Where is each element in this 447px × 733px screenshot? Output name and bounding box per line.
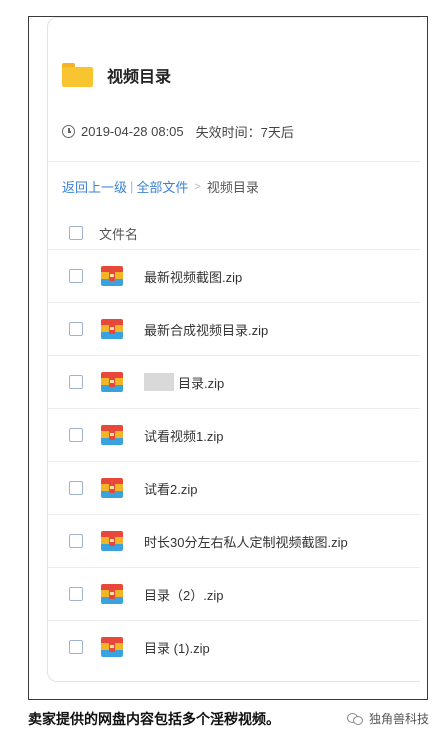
file-checkbox[interactable] bbox=[69, 534, 83, 548]
file-row[interactable]: 最新视频截图.zip bbox=[48, 249, 420, 302]
zip-file-icon bbox=[101, 531, 123, 551]
file-name[interactable]: 目录（2）.zip bbox=[144, 585, 223, 604]
file-checkbox[interactable] bbox=[69, 481, 83, 495]
divider bbox=[48, 161, 420, 162]
file-checkbox[interactable] bbox=[69, 322, 83, 336]
file-checkbox[interactable] bbox=[69, 269, 83, 283]
file-checkbox[interactable] bbox=[69, 640, 83, 654]
watermark: 独角兽科技 bbox=[346, 710, 429, 727]
image-caption: 卖家提供的网盘内容包括多个淫秽视频。 bbox=[28, 711, 280, 727]
expiry-text: 失效时间：7天后 bbox=[195, 125, 294, 140]
file-name[interactable]: 最新视频截图.zip bbox=[144, 267, 242, 286]
file-list-header: 文件名 bbox=[48, 217, 420, 249]
chevron-right-icon: > bbox=[194, 180, 201, 193]
file-name[interactable]: 试看视频1.zip bbox=[144, 426, 223, 445]
file-row[interactable]: 目录 (1).zip bbox=[48, 620, 420, 673]
folder-header: 视频目录 bbox=[62, 60, 171, 90]
column-header-name[interactable]: 文件名 bbox=[99, 224, 138, 243]
zip-file-icon bbox=[101, 372, 123, 392]
file-name[interactable]: 试看2.zip bbox=[144, 479, 197, 498]
zip-file-icon bbox=[101, 319, 123, 339]
wechat-icon bbox=[346, 712, 363, 725]
file-row[interactable]: 时长30分左右私人定制视频截图.zip bbox=[48, 514, 420, 567]
zip-file-icon bbox=[101, 266, 123, 286]
folder-title: 视频目录 bbox=[107, 69, 172, 86]
share-date: 2019-04-28 08:05 bbox=[81, 124, 184, 139]
watermark-text: 独角兽科技 bbox=[368, 712, 429, 726]
folder-icon bbox=[62, 63, 93, 87]
share-meta: 2019-04-28 08:05 失效时间：7天后 bbox=[62, 122, 294, 141]
file-row[interactable]: 目录.zip bbox=[48, 355, 420, 408]
file-name[interactable]: 目录 (1).zip bbox=[144, 638, 210, 657]
file-checkbox[interactable] bbox=[69, 587, 83, 601]
redacted-text-block bbox=[144, 373, 174, 391]
file-row[interactable]: 目录（2）.zip bbox=[48, 567, 420, 620]
file-name[interactable]: 最新合成视频目录.zip bbox=[144, 320, 268, 339]
file-checkbox[interactable] bbox=[69, 428, 83, 442]
zip-file-icon bbox=[101, 637, 123, 657]
select-all-checkbox[interactable] bbox=[69, 226, 83, 240]
file-row[interactable]: 试看2.zip bbox=[48, 461, 420, 514]
all-files-link[interactable]: 全部文件 bbox=[136, 177, 188, 196]
zip-file-icon bbox=[101, 478, 123, 498]
zip-file-icon bbox=[101, 584, 123, 604]
breadcrumb-current: 视频目录 bbox=[206, 180, 259, 195]
file-checkbox[interactable] bbox=[69, 375, 83, 389]
file-name[interactable]: 目录.zip bbox=[178, 373, 224, 392]
file-list: 最新视频截图.zip 最新合成视频目录.zip 目录.zip 试看视频1.zip bbox=[48, 249, 420, 673]
clock-icon bbox=[62, 125, 75, 138]
screenshot-frame: 视频目录 2019-04-28 08:05 失效时间：7天后 返回上一级 | 全… bbox=[28, 16, 428, 700]
share-panel: 视频目录 2019-04-28 08:05 失效时间：7天后 返回上一级 | 全… bbox=[47, 17, 420, 682]
back-link[interactable]: 返回上一级 bbox=[62, 177, 127, 196]
file-name[interactable]: 时长30分左右私人定制视频截图.zip bbox=[144, 532, 348, 551]
file-row[interactable]: 试看视频1.zip bbox=[48, 408, 420, 461]
breadcrumb: 返回上一级 | 全部文件 > 视频目录 bbox=[62, 177, 259, 196]
zip-file-icon bbox=[101, 425, 123, 445]
file-row[interactable]: 最新合成视频目录.zip bbox=[48, 302, 420, 355]
breadcrumb-separator: | bbox=[130, 179, 134, 194]
